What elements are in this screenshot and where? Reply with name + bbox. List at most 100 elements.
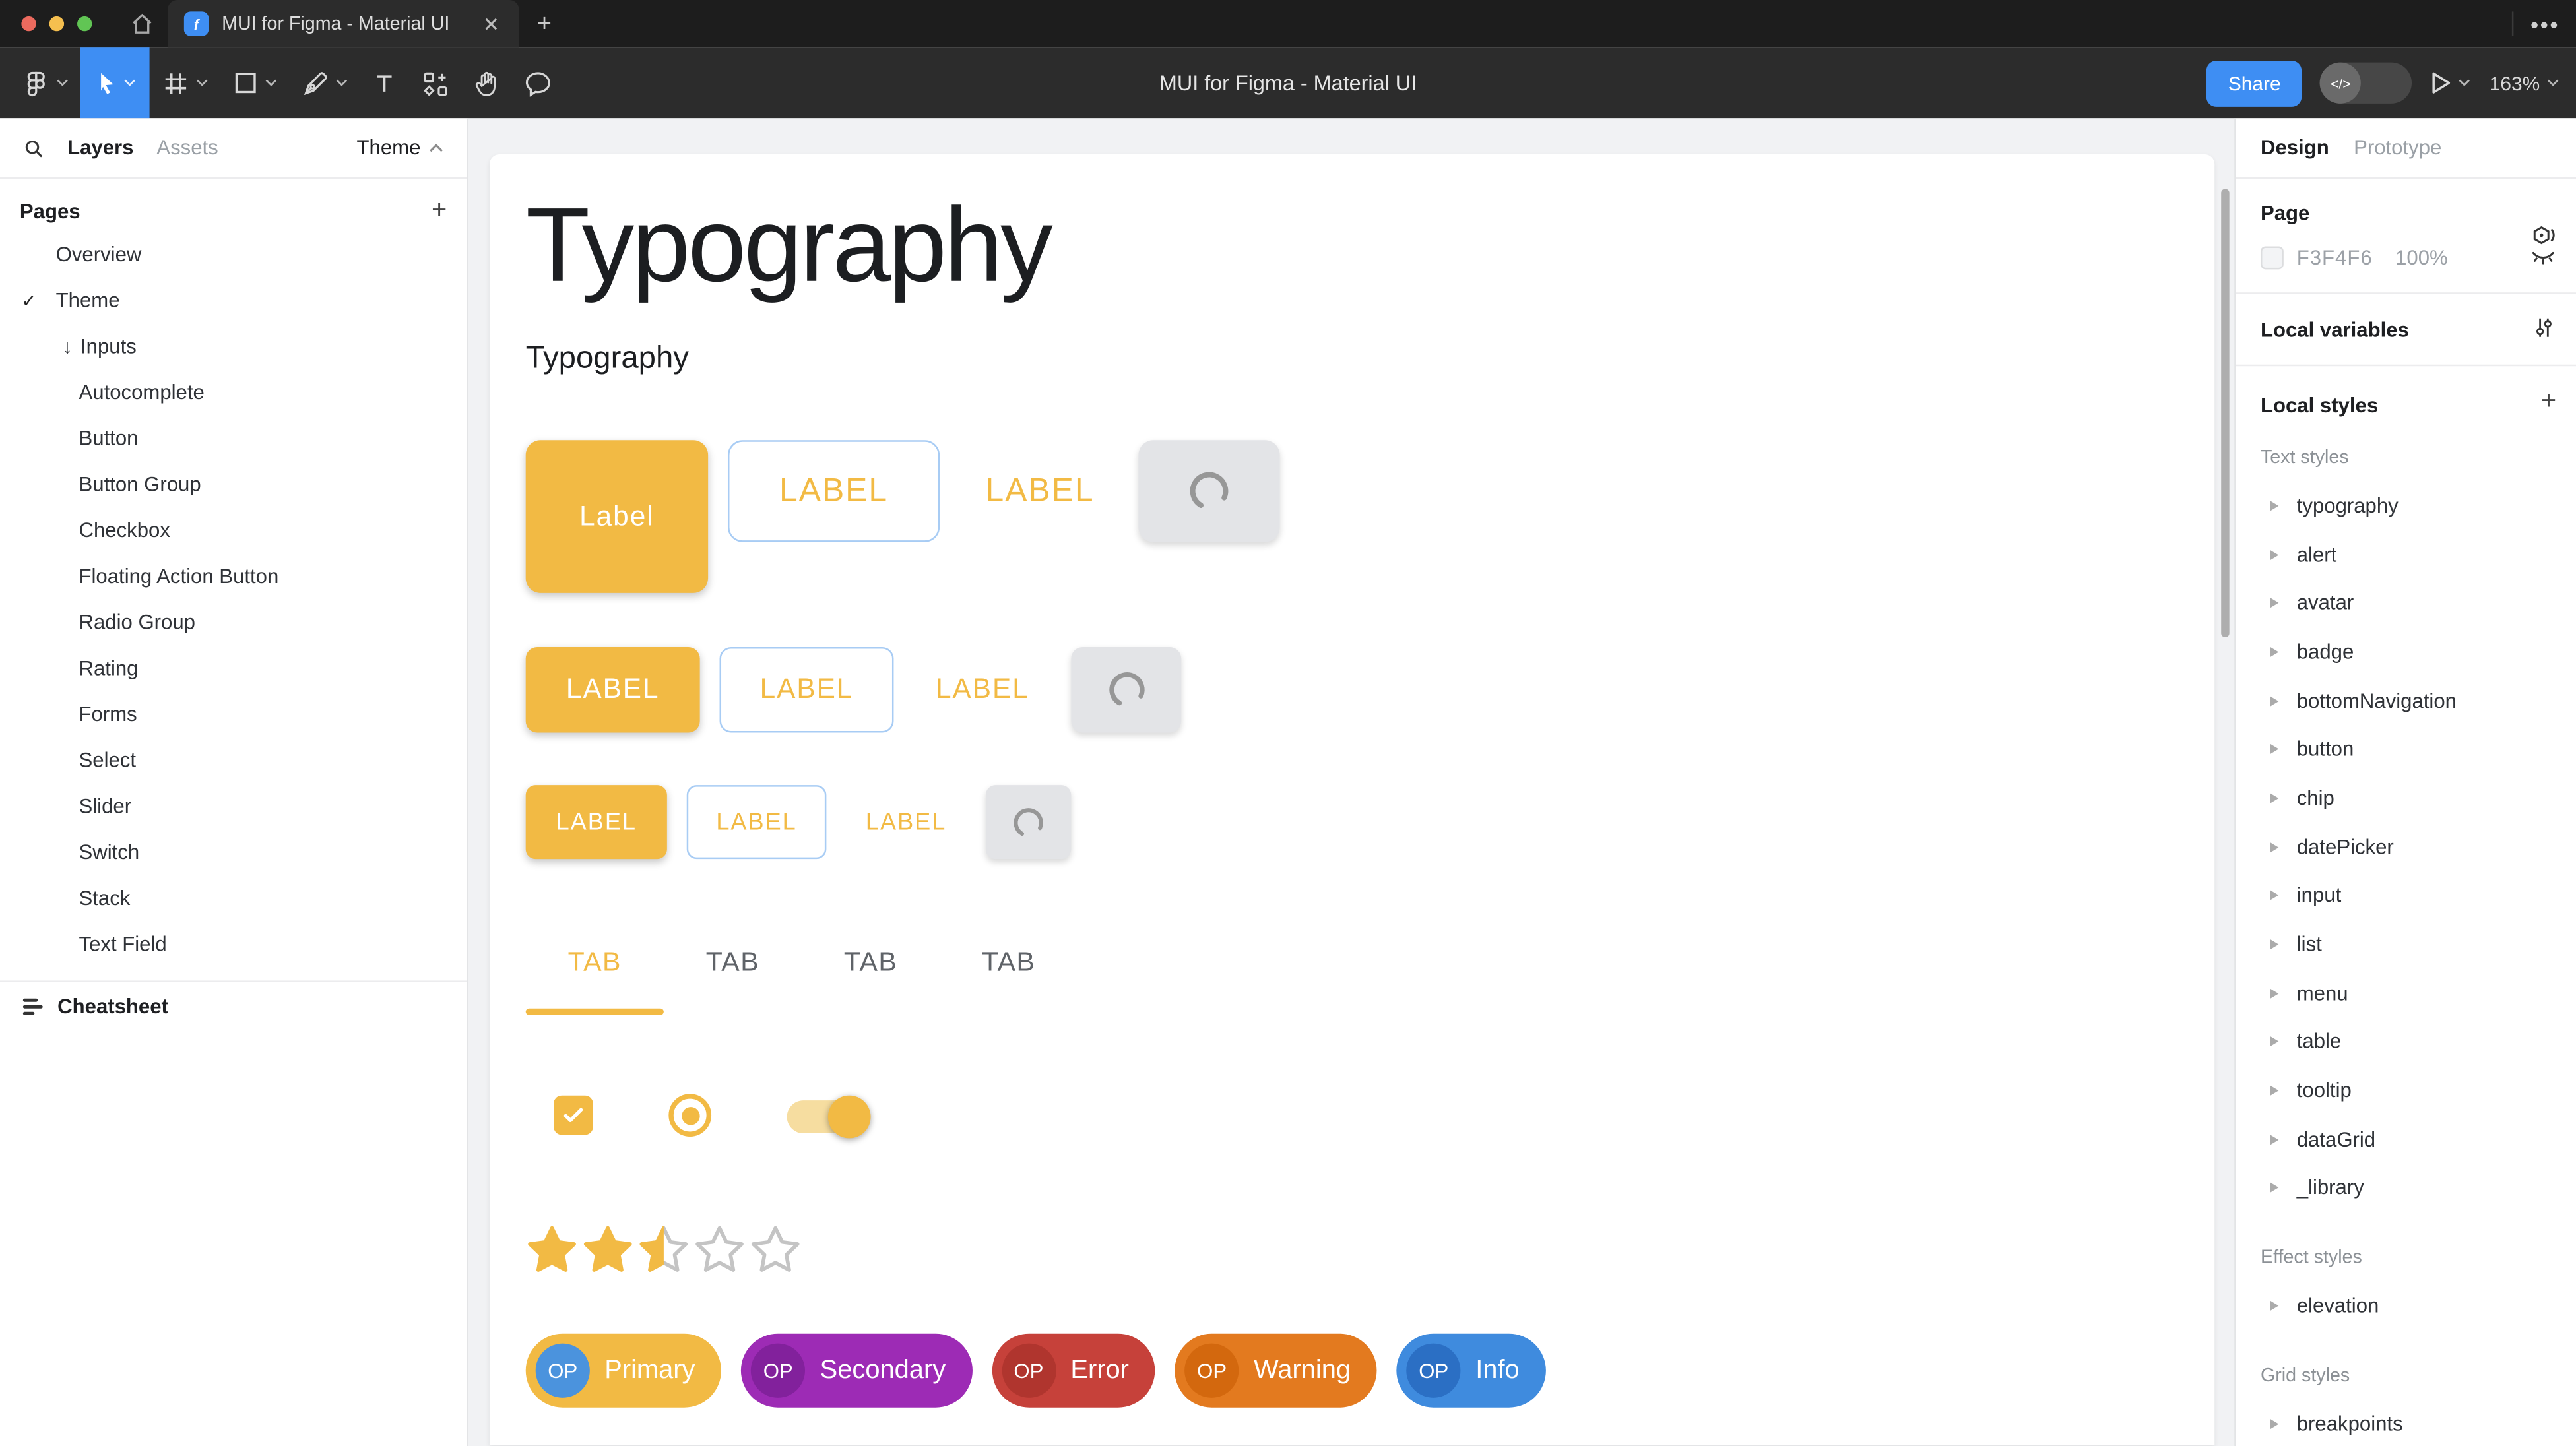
- outlined-button-large[interactable]: LABEL: [728, 440, 940, 542]
- radio-sample[interactable]: [668, 1094, 711, 1137]
- zoom-window-button[interactable]: [77, 16, 92, 31]
- outlined-button-medium[interactable]: LABEL: [720, 647, 894, 732]
- tab-design[interactable]: Design: [2261, 137, 2329, 160]
- star-icon-4[interactable]: [692, 1222, 748, 1278]
- present-controls[interactable]: [2430, 71, 2471, 95]
- chip-secondary[interactable]: OPSecondary: [741, 1334, 972, 1408]
- page-item-select[interactable]: Select: [0, 738, 467, 784]
- move-tool[interactable]: [80, 47, 150, 118]
- mui-tab-1[interactable]: TAB: [664, 948, 802, 979]
- style-item-button[interactable]: button: [2236, 725, 2576, 774]
- contained-button-large[interactable]: Label: [526, 440, 708, 593]
- page-item-text-field[interactable]: Text Field: [0, 922, 467, 968]
- page-item-theme[interactable]: ✓Theme: [0, 278, 467, 324]
- disclosure-triangle-icon[interactable]: [2270, 647, 2278, 657]
- disclosure-triangle-icon[interactable]: [2270, 842, 2278, 852]
- add-page-button[interactable]: +: [432, 199, 447, 225]
- page-item-button[interactable]: Button: [0, 416, 467, 462]
- local-styles-row[interactable]: Local styles +: [2236, 386, 2576, 425]
- switch-thumb[interactable]: [828, 1096, 871, 1139]
- page-item-radio-group[interactable]: Radio Group: [0, 600, 467, 646]
- mui-tab-2[interactable]: TAB: [802, 948, 940, 979]
- style-item-tooltip[interactable]: tooltip: [2236, 1067, 2576, 1116]
- text-button-large[interactable]: LABEL: [974, 440, 1105, 542]
- style-item-typography[interactable]: typography: [2236, 482, 2576, 530]
- style-item-chip[interactable]: chip: [2236, 774, 2576, 823]
- style-item-elevation[interactable]: elevation: [2236, 1282, 2576, 1331]
- mui-tab-3[interactable]: TAB: [940, 948, 1078, 979]
- chip-warning[interactable]: OPWarning: [1175, 1334, 1377, 1408]
- disclosure-triangle-icon[interactable]: [2270, 939, 2278, 949]
- disclosure-triangle-icon[interactable]: [2270, 1419, 2278, 1429]
- page-item-forms[interactable]: Forms: [0, 691, 467, 738]
- page-item-autocomplete[interactable]: Autocomplete: [0, 369, 467, 416]
- canvas[interactable]: Typography Typography LabelLABELLABELLAB…: [468, 118, 2235, 1446]
- page-fill-row[interactable]: F3F4F6 100%: [2261, 246, 2552, 269]
- star-icon-5[interactable]: [748, 1222, 804, 1278]
- local-variables-row[interactable]: Local variables: [2236, 294, 2576, 367]
- disclosure-triangle-icon[interactable]: [2270, 1086, 2278, 1096]
- disclosure-triangle-icon[interactable]: [2270, 501, 2278, 511]
- rating-sample[interactable]: [524, 1222, 803, 1278]
- page-item-button-group[interactable]: Button Group: [0, 462, 467, 508]
- file-tab[interactable]: f MUI for Figma - Material UI ✕: [168, 0, 519, 47]
- disclosure-triangle-icon[interactable]: [2270, 696, 2278, 706]
- text-button-medium[interactable]: LABEL: [920, 647, 1045, 732]
- style-item-table[interactable]: table: [2236, 1018, 2576, 1067]
- canvas-scrollbar[interactable]: [2221, 189, 2229, 637]
- star-icon-3[interactable]: [636, 1222, 692, 1278]
- disclosure-triangle-icon[interactable]: [2270, 745, 2278, 755]
- style-item-dataGrid[interactable]: dataGrid: [2236, 1115, 2576, 1164]
- checkbox-sample[interactable]: [554, 1096, 593, 1135]
- disclosure-triangle-icon[interactable]: [2270, 1301, 2278, 1311]
- search-icon[interactable]: [23, 137, 44, 158]
- page-item-stack[interactable]: Stack: [0, 875, 467, 922]
- text-button-small[interactable]: LABEL: [846, 785, 966, 859]
- disclosure-triangle-icon[interactable]: [2270, 793, 2278, 803]
- page-color-opacity[interactable]: 100%: [2395, 246, 2448, 269]
- mui-tab-0[interactable]: TAB: [526, 948, 664, 979]
- frame-tool[interactable]: [150, 47, 220, 118]
- style-item-input[interactable]: input: [2236, 871, 2576, 920]
- style-item-alert[interactable]: alert: [2236, 530, 2576, 579]
- chip-info[interactable]: OPInfo: [1397, 1334, 1546, 1408]
- canvas-heading[interactable]: Typography: [526, 187, 1050, 303]
- contained-button-small[interactable]: LABEL: [526, 785, 667, 859]
- style-item-datePicker[interactable]: datePicker: [2236, 823, 2576, 871]
- style-item-list[interactable]: list: [2236, 920, 2576, 969]
- disclosure-triangle-icon[interactable]: [2270, 1135, 2278, 1145]
- switch-sample[interactable]: [784, 1092, 876, 1142]
- eye-closed-icon[interactable]: [2530, 245, 2556, 272]
- page-item-floating-action-button[interactable]: Floating Action Button: [0, 553, 467, 600]
- outlined-button-small[interactable]: LABEL: [687, 785, 827, 859]
- page-color-hex[interactable]: F3F4F6: [2297, 246, 2373, 269]
- page-item-inputs[interactable]: ↓Inputs: [0, 323, 467, 369]
- zoom-menu[interactable]: 163%: [2490, 71, 2560, 94]
- disclosure-triangle-icon[interactable]: [2270, 550, 2278, 559]
- text-tool[interactable]: [360, 47, 409, 118]
- share-button[interactable]: Share: [2206, 60, 2302, 106]
- tab-layers[interactable]: Layers: [67, 137, 133, 160]
- chip-error[interactable]: OPError: [992, 1334, 1155, 1408]
- page-color-swatch[interactable]: [2261, 246, 2284, 269]
- close-tab-icon[interactable]: ✕: [480, 11, 503, 37]
- star-icon-1[interactable]: [524, 1222, 580, 1278]
- disclosure-triangle-icon[interactable]: [2270, 988, 2278, 998]
- pen-tool[interactable]: [289, 47, 360, 118]
- page-item-switch[interactable]: Switch: [0, 829, 467, 875]
- loading-button-large[interactable]: [1138, 440, 1279, 542]
- tab-prototype[interactable]: Prototype: [2354, 137, 2441, 160]
- home-icon[interactable]: [130, 11, 154, 36]
- disclosure-triangle-icon[interactable]: [2270, 598, 2278, 608]
- page-item-overview[interactable]: Overview: [0, 232, 467, 278]
- layer-item-cheatsheet[interactable]: Cheatsheet: [0, 982, 467, 1032]
- page-item-checkbox[interactable]: Checkbox: [0, 507, 467, 553]
- loading-button-small[interactable]: [986, 785, 1071, 859]
- canvas-subheading[interactable]: Typography: [526, 342, 689, 378]
- style-item-avatar[interactable]: avatar: [2236, 579, 2576, 627]
- close-window-button[interactable]: [21, 16, 36, 31]
- hand-tool[interactable]: [462, 47, 513, 118]
- page-item-slider[interactable]: Slider: [0, 784, 467, 830]
- chip-primary[interactable]: OPPrimary: [526, 1334, 722, 1408]
- new-tab-button[interactable]: +: [537, 10, 552, 38]
